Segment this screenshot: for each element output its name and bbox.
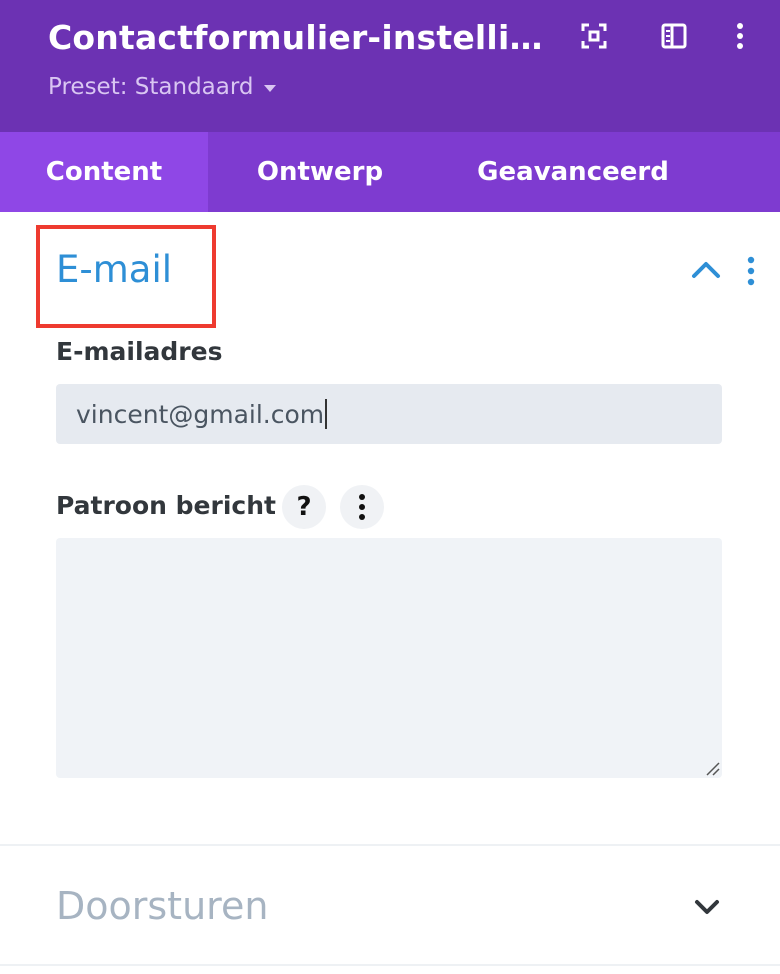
preset-label: Preset: Standaard: [48, 74, 254, 100]
settings-header: Contactformulier-instelling… Preset: Sta…: [0, 0, 780, 132]
sidebar-icon[interactable]: [656, 18, 692, 54]
section-divider-bottom: [0, 964, 780, 966]
caret-down-icon: [263, 84, 276, 92]
focus-icon[interactable]: [576, 18, 612, 54]
tab-advanced[interactable]: Geavanceerd: [432, 132, 714, 212]
text-cursor: [325, 399, 328, 429]
pattern-textarea[interactable]: [56, 538, 722, 778]
tab-content[interactable]: Content: [0, 132, 208, 212]
chevron-down-icon[interactable]: [694, 897, 720, 917]
chevron-up-icon[interactable]: [690, 258, 722, 282]
more-vertical-icon[interactable]: [722, 18, 758, 54]
section-title-forward[interactable]: Doorsturen: [56, 880, 268, 932]
help-icon[interactable]: ?: [282, 485, 326, 529]
tab-design[interactable]: Ontwerp: [208, 132, 432, 212]
field-more-icon[interactable]: [340, 485, 384, 529]
email-value: vincent@gmail.com: [76, 399, 325, 429]
modal-title: Contactformulier-instelling…: [48, 18, 558, 57]
section-divider: [0, 844, 780, 846]
resize-handle-icon[interactable]: [704, 760, 720, 776]
email-label: E-mailadres: [56, 337, 223, 366]
email-input[interactable]: vincent@gmail.com: [56, 384, 722, 444]
highlight-annotation: [36, 225, 216, 328]
tab-bar: Content Ontwerp Geavanceerd: [0, 132, 780, 212]
section-more-icon[interactable]: [740, 255, 762, 287]
preset-selector[interactable]: Preset: Standaard: [48, 70, 276, 104]
pattern-label: Patroon bericht: [56, 491, 276, 520]
